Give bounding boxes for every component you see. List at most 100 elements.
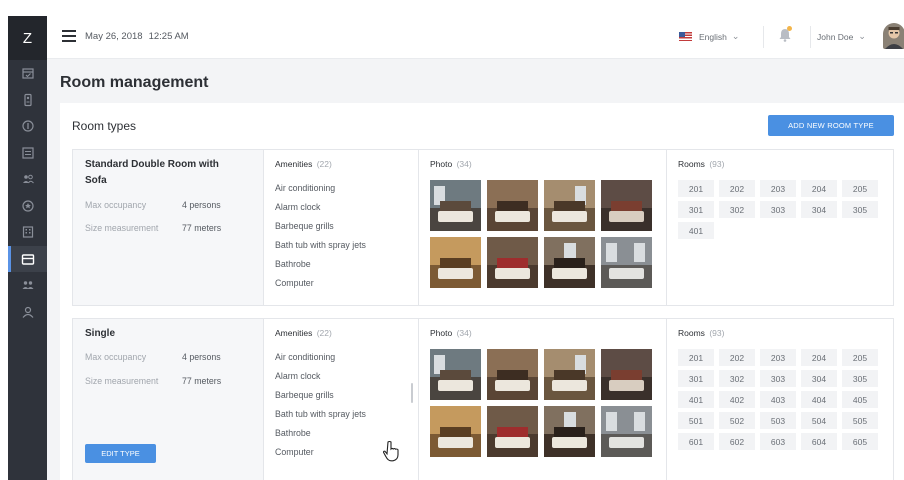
rooms-header: Rooms (93) (678, 328, 724, 338)
room-number[interactable]: 301 (678, 370, 714, 387)
room-number[interactable]: 202 (719, 180, 755, 197)
room-number[interactable]: 201 (678, 180, 714, 197)
room-number[interactable]: 503 (760, 412, 796, 429)
amenities-scrollbar[interactable] (411, 383, 413, 403)
current-time: 12:25 AM (148, 31, 189, 42)
room-number[interactable]: 301 (678, 201, 714, 218)
room-number[interactable]: 201 (678, 349, 714, 366)
room-number[interactable]: 403 (760, 391, 796, 408)
room-number[interactable]: 505 (842, 412, 878, 429)
header-count: (34) (456, 159, 472, 169)
room-photo[interactable] (601, 180, 652, 231)
amenities-header: Amenities (22) (275, 159, 332, 169)
room-photo[interactable] (487, 237, 538, 288)
room-number[interactable]: 401 (678, 391, 714, 408)
room-number[interactable]: 204 (801, 180, 837, 197)
room-number[interactable]: 304 (801, 370, 837, 387)
room-number[interactable]: 205 (842, 180, 878, 197)
edit-type-button[interactable]: EDIT TYPE (85, 444, 156, 463)
spec-value: 4 persons (182, 200, 221, 210)
amenities-column: Amenities (22) Air conditioning Alarm cl… (264, 150, 419, 305)
room-photo[interactable] (601, 349, 652, 400)
room-photo[interactable] (601, 406, 652, 457)
list-item: Bathrobe (275, 428, 311, 438)
header-count: (93) (709, 328, 725, 338)
room-number[interactable]: 203 (760, 180, 796, 197)
room-number[interactable]: 605 (842, 433, 878, 450)
room-photo[interactable] (601, 237, 652, 288)
rooms-column: Rooms (93) 201 202 203 204 205 301 302 3… (667, 150, 895, 305)
room-photo[interactable] (430, 406, 481, 457)
room-number[interactable]: 302 (719, 201, 755, 218)
sidebar-item-guests[interactable] (8, 166, 47, 193)
sidebar-item-calendar[interactable] (8, 60, 47, 87)
sidebar-item-room-management[interactable] (8, 245, 47, 272)
sidebar-item-staff[interactable] (8, 272, 47, 299)
language-label: English (699, 31, 727, 42)
room-number[interactable]: 302 (719, 370, 755, 387)
divider (763, 26, 764, 48)
room-info: Standard Double Room with Sofa Max occup… (73, 150, 264, 305)
room-photo[interactable] (544, 349, 595, 400)
star-badge-icon (21, 200, 34, 212)
rooms-grid: 201 202 203 204 205 301 302 303 304 305 … (678, 180, 878, 239)
room-photo[interactable] (487, 180, 538, 231)
photo-header: Photo (34) (430, 328, 472, 338)
add-room-type-button[interactable]: ADD NEW ROOM TYPE (768, 115, 894, 136)
language-selector[interactable]: English ⌄ (679, 31, 739, 42)
room-number[interactable]: 202 (719, 349, 755, 366)
room-number[interactable]: 502 (719, 412, 755, 429)
photo-header: Photo (34) (430, 159, 472, 169)
sidebar-item-reports[interactable] (8, 140, 47, 167)
app-logo[interactable]: Z (8, 16, 47, 60)
header-label: Photo (430, 159, 453, 169)
guests-icon (22, 174, 34, 184)
room-number[interactable]: 401 (678, 222, 714, 239)
current-date: May 26, 2018 (85, 31, 143, 42)
room-number[interactable]: 303 (760, 201, 796, 218)
sidebar-item-profile[interactable] (8, 299, 47, 326)
list-item: Alarm clock (275, 371, 321, 381)
sidebar-item-finance[interactable] (8, 113, 47, 140)
room-number[interactable]: 603 (760, 433, 796, 450)
room-photo[interactable] (430, 349, 481, 400)
user-icon (22, 306, 33, 318)
room-photo[interactable] (430, 180, 481, 231)
header-count: (34) (456, 328, 472, 338)
room-number[interactable]: 204 (801, 349, 837, 366)
room-photo[interactable] (487, 406, 538, 457)
room-number[interactable]: 404 (801, 391, 837, 408)
list-item: Computer (275, 278, 314, 288)
room-number[interactable]: 602 (719, 433, 755, 450)
hamburger-menu-icon[interactable] (62, 30, 76, 42)
avatar[interactable] (883, 23, 904, 49)
room-number[interactable]: 303 (760, 370, 796, 387)
max-occupancy: Max occupancy 4 persons (85, 200, 221, 210)
room-number[interactable]: 203 (760, 349, 796, 366)
user-menu[interactable]: John Doe ⌄ (817, 31, 866, 42)
list-item: Barbeque grills (275, 221, 334, 231)
room-number[interactable]: 604 (801, 433, 837, 450)
room-number[interactable]: 304 (801, 201, 837, 218)
room-number[interactable]: 402 (719, 391, 755, 408)
room-number[interactable]: 504 (801, 412, 837, 429)
room-photo[interactable] (430, 237, 481, 288)
room-type-card: Standard Double Room with Sofa Max occup… (72, 149, 894, 306)
list-item: Bath tub with spray jets (275, 240, 366, 250)
room-number[interactable]: 405 (842, 391, 878, 408)
rooms-header: Rooms (93) (678, 159, 724, 169)
room-number[interactable]: 305 (842, 201, 878, 218)
room-number[interactable]: 501 (678, 412, 714, 429)
room-photo[interactable] (487, 349, 538, 400)
room-number[interactable]: 305 (842, 370, 878, 387)
room-photo[interactable] (544, 406, 595, 457)
room-photo[interactable] (544, 180, 595, 231)
notification-dot (787, 26, 792, 31)
room-number[interactable]: 205 (842, 349, 878, 366)
sidebar-item-properties[interactable] (8, 219, 47, 246)
room-number[interactable]: 601 (678, 433, 714, 450)
sidebar-item-keys[interactable] (8, 87, 47, 114)
sidebar-item-reviews[interactable] (8, 193, 47, 220)
report-icon (21, 147, 34, 159)
room-photo[interactable] (544, 237, 595, 288)
